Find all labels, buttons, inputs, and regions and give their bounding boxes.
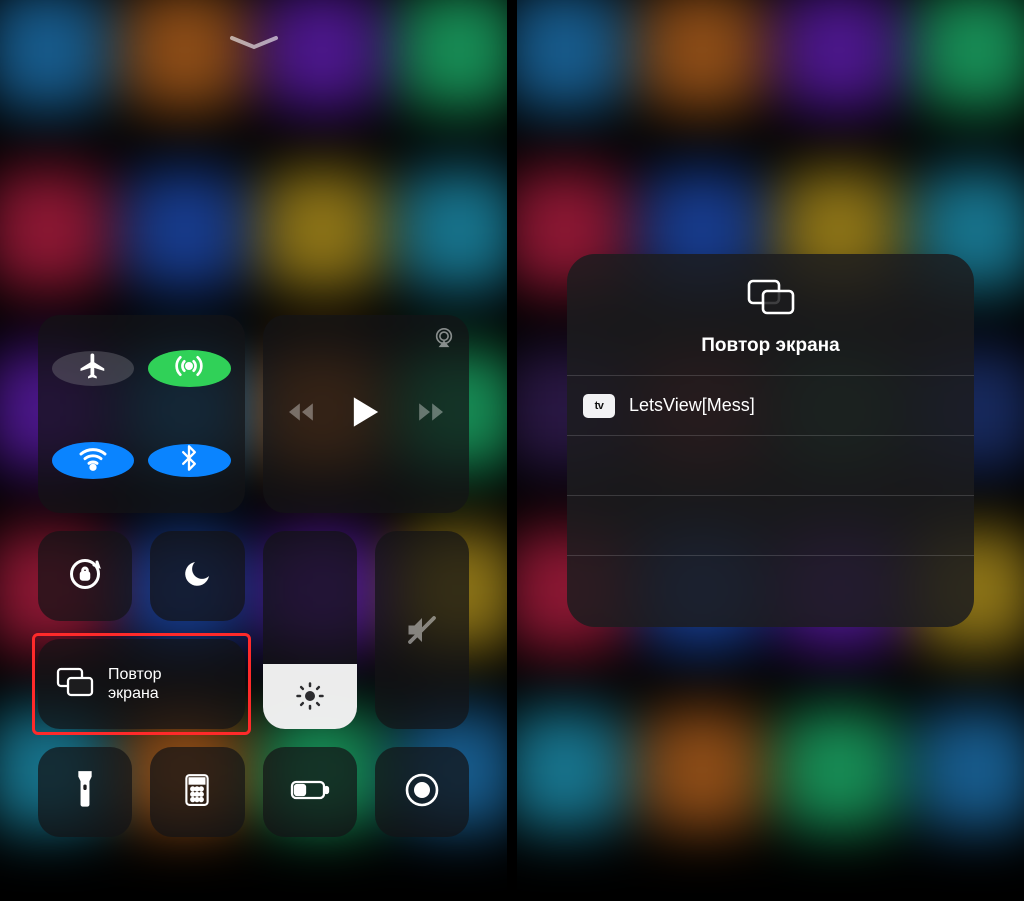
connectivity-group [38, 315, 245, 513]
screen-mirroring-icon [746, 278, 796, 321]
screen-mirroring-button[interactable]: Повтор экрана [38, 639, 245, 729]
record-icon [404, 772, 440, 813]
apple-tv-icon: tv [583, 394, 615, 418]
empty-row [567, 495, 974, 555]
empty-row [567, 555, 974, 615]
volume-mute-icon [404, 612, 440, 648]
rewind-button[interactable] [289, 401, 315, 428]
bluetooth-toggle[interactable] [148, 444, 230, 477]
panel-title: Повтор экрана [701, 335, 839, 357]
orientation-lock-icon [67, 556, 103, 597]
moon-icon [181, 558, 213, 595]
brightness-icon [295, 681, 325, 711]
battery-icon [290, 779, 330, 806]
calculator-icon [184, 773, 210, 812]
airplane-icon [78, 351, 108, 386]
media-controls [263, 315, 470, 513]
calculator-button[interactable] [150, 747, 244, 837]
control-center-grid: Повтор экрана [38, 315, 469, 837]
orientation-lock-toggle[interactable] [38, 531, 132, 621]
airplay-icon[interactable] [433, 327, 455, 354]
screen-mirroring-label: Повтор экрана [108, 665, 162, 703]
chevron-down-icon[interactable] [228, 34, 280, 57]
screen-mirroring-icon [56, 667, 94, 702]
flashlight-icon [75, 771, 95, 814]
screen-mirroring-panel: Повтор экрана tv LetsView[Mess] [567, 254, 974, 627]
empty-row [567, 435, 974, 495]
forward-button[interactable] [417, 401, 443, 428]
device-name: LetsView[Mess] [629, 395, 755, 416]
wifi-toggle[interactable] [52, 442, 134, 479]
screen-record-button[interactable] [375, 747, 469, 837]
do-not-disturb-toggle[interactable] [150, 531, 244, 621]
bluetooth-icon [175, 444, 203, 477]
mirroring-device-row[interactable]: tv LetsView[Mess] [567, 375, 974, 435]
control-center-screenshot: Повтор экрана [0, 0, 507, 901]
airplane-mode-toggle[interactable] [52, 351, 134, 386]
antenna-icon [173, 350, 205, 387]
flashlight-button[interactable] [38, 747, 132, 837]
low-power-mode-button[interactable] [263, 747, 357, 837]
screen-mirroring-modal-screenshot: Повтор экрана tv LetsView[Mess] [517, 0, 1024, 901]
brightness-slider[interactable] [263, 531, 357, 729]
volume-slider[interactable] [375, 531, 469, 729]
cellular-data-toggle[interactable] [148, 350, 230, 387]
play-button[interactable] [351, 395, 381, 434]
wifi-icon [77, 442, 109, 479]
